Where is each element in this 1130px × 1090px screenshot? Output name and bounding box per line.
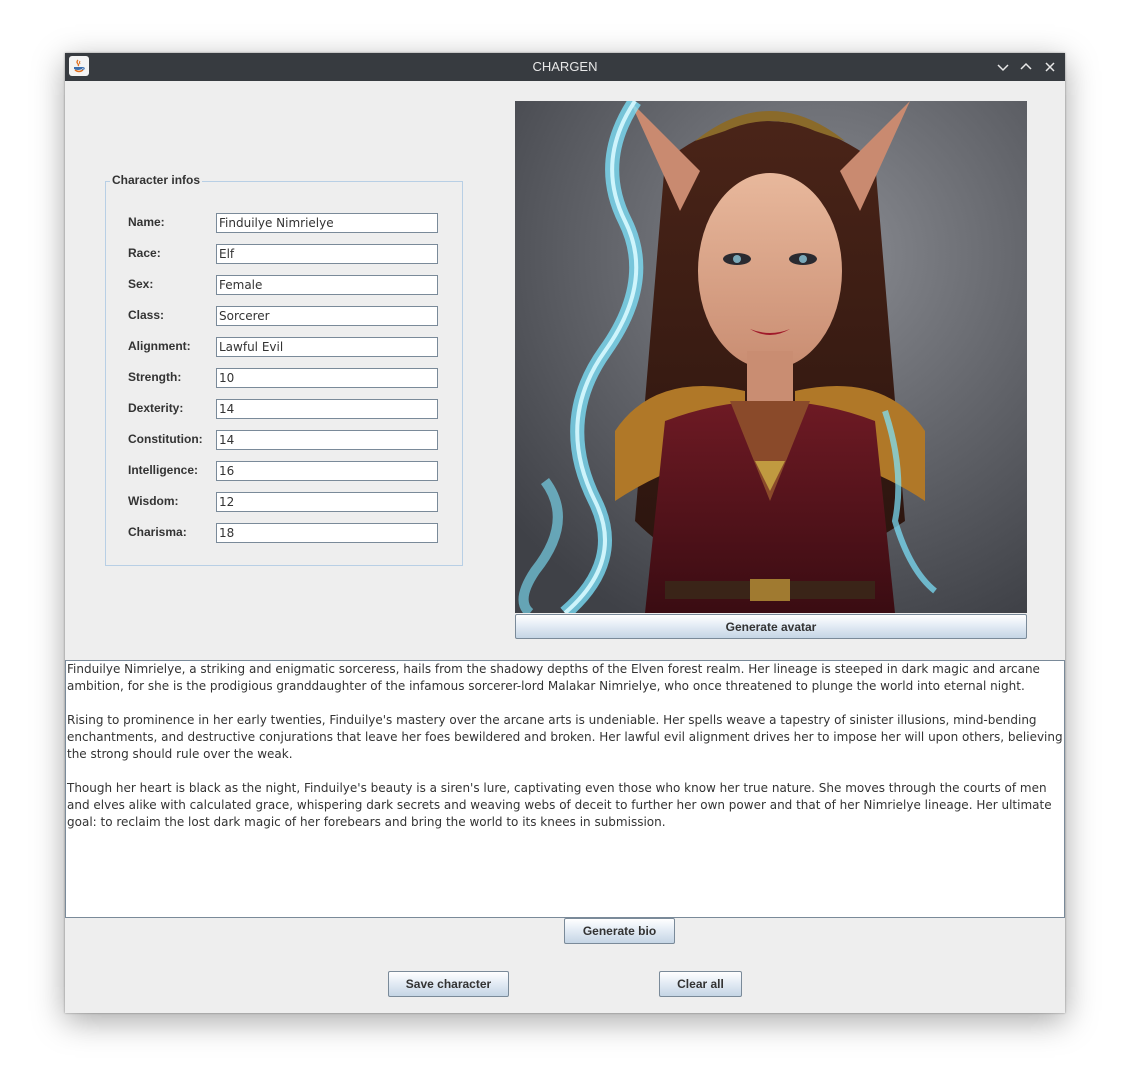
- field-row-name: Name:: [106, 213, 462, 233]
- generate-avatar-button[interactable]: Generate avatar: [515, 614, 1027, 639]
- class-label: Class:: [128, 308, 165, 322]
- character-infos-legend: Character infos: [110, 173, 203, 187]
- strength-label: Strength:: [128, 370, 182, 384]
- charisma-label: Charisma:: [128, 525, 187, 539]
- bio-paragraph: Rising to prominence in her early twenti…: [67, 713, 1063, 761]
- constitution-field[interactable]: [216, 430, 438, 450]
- chargen-window: CHARGEN Character infos Name: Race:: [65, 53, 1065, 1013]
- title-bar[interactable]: CHARGEN: [65, 53, 1065, 81]
- avatar-image: [515, 101, 1027, 613]
- intelligence-label: Intelligence:: [128, 463, 199, 477]
- close-icon: [1045, 62, 1055, 72]
- field-row-strength: Strength:: [106, 368, 462, 388]
- save-character-button[interactable]: Save character: [388, 971, 509, 997]
- charisma-field[interactable]: [216, 523, 438, 543]
- character-infos-panel: Character infos Name: Race: Sex: Class: …: [105, 173, 463, 566]
- constitution-label: Constitution:: [128, 432, 203, 446]
- field-row-dexterity: Dexterity:: [106, 399, 462, 419]
- bio-paragraph: Though her heart is black as the night, …: [67, 781, 1052, 829]
- sex-field[interactable]: [216, 275, 438, 295]
- field-row-class: Class:: [106, 306, 462, 326]
- intelligence-field[interactable]: [216, 461, 438, 481]
- chevron-up-icon: [1020, 62, 1032, 70]
- race-field[interactable]: [216, 244, 438, 264]
- chevron-down-icon: [997, 64, 1009, 72]
- alignment-field[interactable]: [216, 337, 438, 357]
- clear-all-button[interactable]: Clear all: [659, 971, 742, 997]
- wisdom-label: Wisdom:: [128, 494, 179, 508]
- field-row-race: Race:: [106, 244, 462, 264]
- field-row-sex: Sex:: [106, 275, 462, 295]
- field-row-intelligence: Intelligence:: [106, 461, 462, 481]
- maximize-button[interactable]: [1016, 57, 1036, 77]
- minimize-button[interactable]: [993, 57, 1013, 77]
- field-row-alignment: Alignment:: [106, 337, 462, 357]
- sex-label: Sex:: [128, 277, 154, 291]
- window-title: CHARGEN: [532, 59, 598, 74]
- name-field[interactable]: [216, 213, 438, 233]
- bio-paragraph: Finduilye Nimrielye, a striking and enig…: [67, 662, 1040, 693]
- field-row-constitution: Constitution:: [106, 430, 462, 450]
- bio-text-area[interactable]: Finduilye Nimrielye, a striking and enig…: [65, 660, 1065, 918]
- class-field[interactable]: [216, 306, 438, 326]
- generate-bio-button[interactable]: Generate bio: [564, 918, 675, 944]
- name-label: Name:: [128, 215, 165, 229]
- close-button[interactable]: [1040, 57, 1060, 77]
- race-label: Race:: [128, 246, 161, 260]
- field-row-wisdom: Wisdom:: [106, 492, 462, 512]
- dexterity-field[interactable]: [216, 399, 438, 419]
- strength-field[interactable]: [216, 368, 438, 388]
- dexterity-label: Dexterity:: [128, 401, 184, 415]
- field-row-charisma: Charisma:: [106, 523, 462, 543]
- wisdom-field[interactable]: [216, 492, 438, 512]
- alignment-label: Alignment:: [128, 339, 191, 353]
